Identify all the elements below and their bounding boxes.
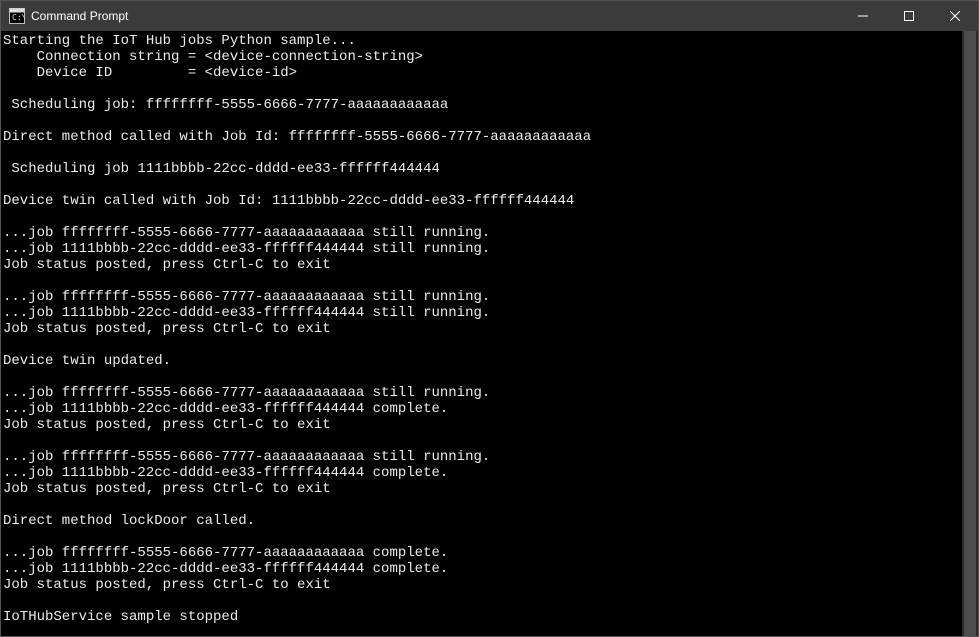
client-area: Starting the IoT Hub jobs Python sample.…	[1, 31, 978, 636]
console-output[interactable]: Starting the IoT Hub jobs Python sample.…	[1, 31, 962, 636]
window-title: Command Prompt	[31, 9, 136, 23]
command-prompt-window: C:\ Command Prompt Starting the IoT Hub …	[0, 0, 979, 637]
scroll-thumb[interactable]	[964, 31, 976, 636]
command-prompt-icon: C:\	[9, 8, 25, 24]
svg-text:C:\: C:\	[12, 13, 25, 22]
maximize-button[interactable]	[886, 1, 932, 31]
vertical-scrollbar[interactable]	[962, 31, 978, 636]
close-button[interactable]	[932, 1, 978, 31]
minimize-button[interactable]	[840, 1, 886, 31]
titlebar[interactable]: C:\ Command Prompt	[1, 1, 978, 31]
